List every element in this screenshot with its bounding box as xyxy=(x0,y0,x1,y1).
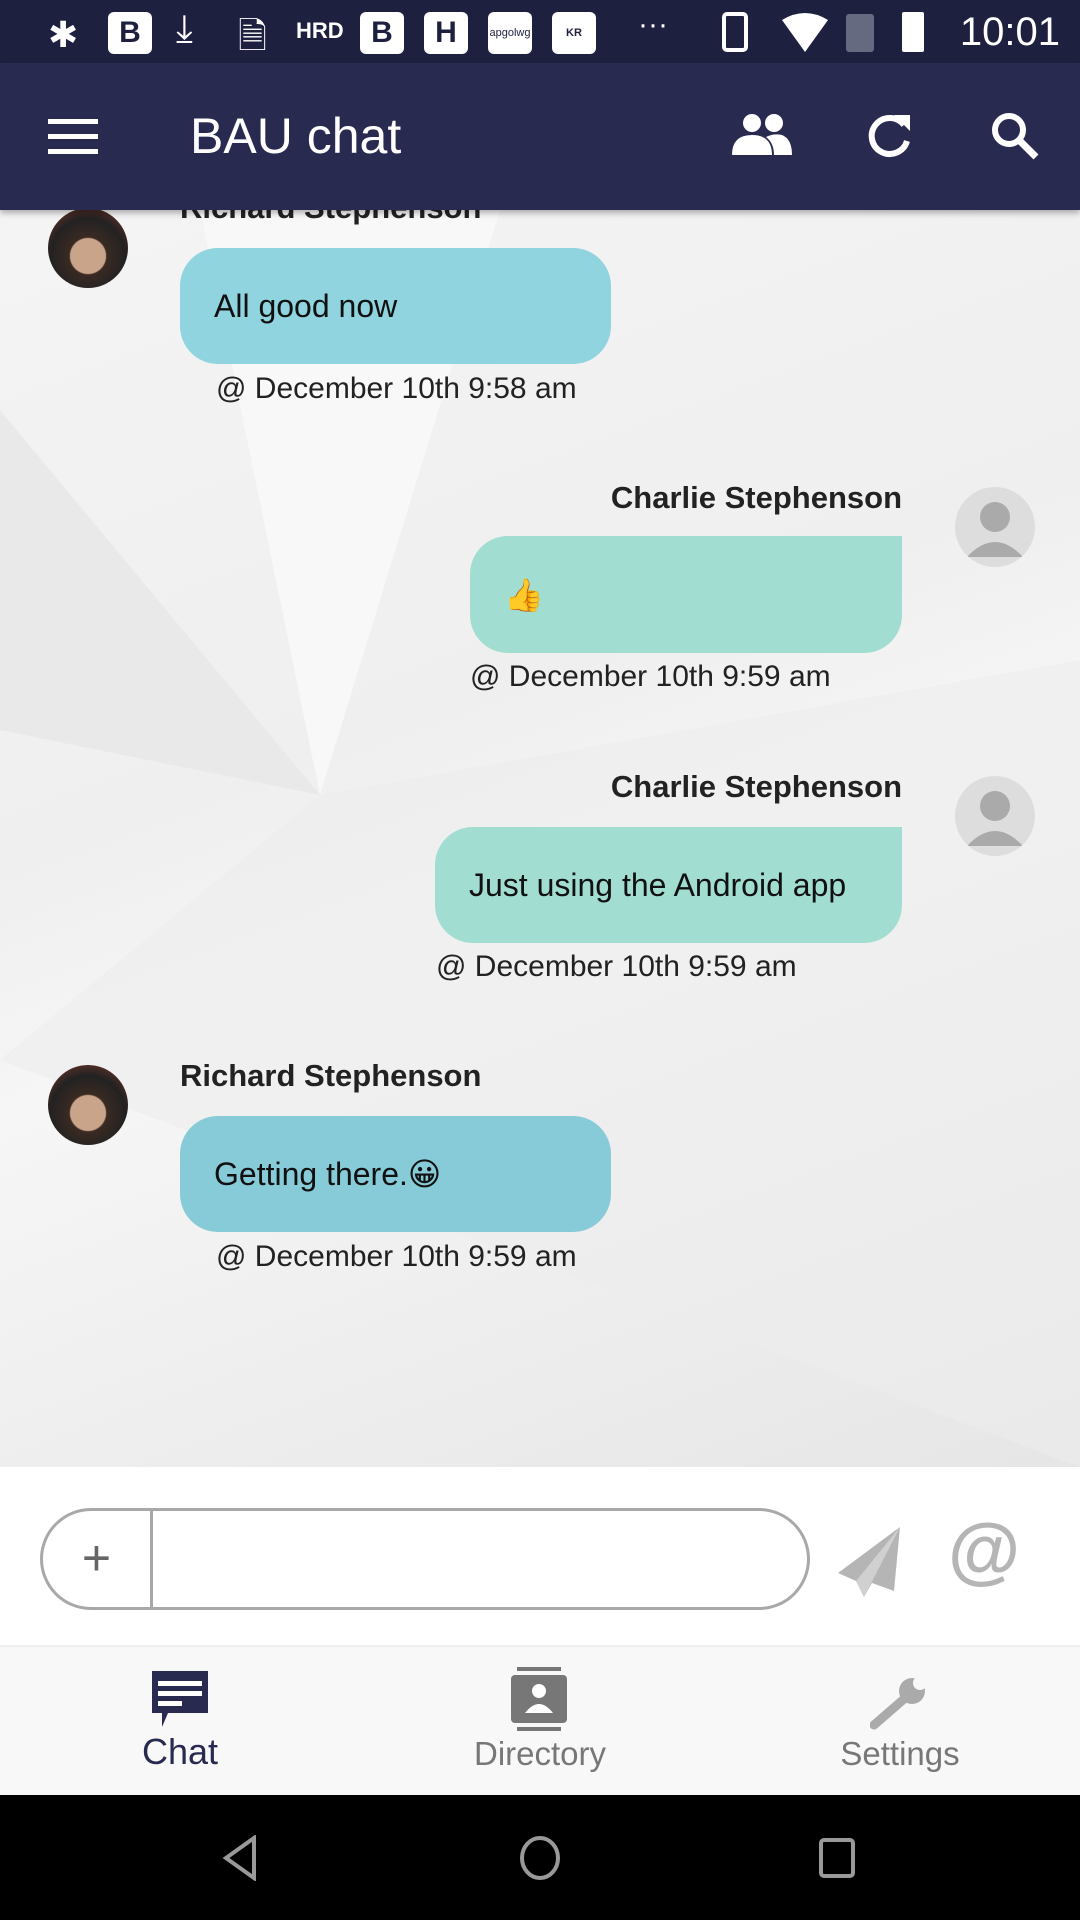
refresh-icon[interactable] xyxy=(866,111,914,159)
more-icon: ··· xyxy=(638,8,668,41)
battery-icon xyxy=(902,12,924,52)
b-app-icon: B xyxy=(108,12,152,54)
message-timestamp: @ December 10th 9:59 am xyxy=(436,950,797,983)
chat-icon xyxy=(152,1671,208,1727)
avatar-charlie[interactable] xyxy=(955,487,1035,567)
sender-name: Richard Stephenson xyxy=(180,1058,482,1093)
clock: 10:01 xyxy=(959,10,1060,54)
message-text: Just using the Android app xyxy=(469,866,847,903)
tab-label: Directory xyxy=(473,1735,607,1772)
system-nav-bar xyxy=(0,1795,1080,1920)
download-icon: ⤓ xyxy=(176,8,193,50)
send-icon[interactable] xyxy=(836,1525,904,1597)
tab-label: Settings xyxy=(840,1735,960,1772)
message-text: 👍 xyxy=(504,576,544,613)
tab-directory[interactable]: Directory xyxy=(360,1647,720,1795)
wrench-icon xyxy=(870,1676,927,1730)
composer: + @ xyxy=(0,1467,1080,1647)
at-icon[interactable]: @ xyxy=(948,1507,1020,1592)
message-list[interactable]: Richard Stephenson All good now @ Decemb… xyxy=(0,210,1080,1467)
hrd-icon: HRD xyxy=(296,18,344,43)
recents-icon[interactable] xyxy=(818,1837,858,1879)
message-bubble[interactable]: 👍 xyxy=(470,536,902,653)
search-icon[interactable] xyxy=(990,111,1040,161)
message-bubble[interactable]: All good now xyxy=(180,248,611,364)
message-timestamp: @ December 10th 9:58 am xyxy=(216,372,577,405)
h-app-icon: H xyxy=(424,12,468,54)
page-title: BAU chat xyxy=(190,108,402,164)
avatar-richard[interactable] xyxy=(48,210,128,288)
slack-icon: ✱ xyxy=(48,14,79,55)
message-timestamp: @ December 10th 9:59 am xyxy=(470,660,831,693)
menu-icon[interactable] xyxy=(48,119,98,155)
avatar-charlie[interactable] xyxy=(955,776,1035,856)
invoice-icon: 🗎 xyxy=(238,15,267,56)
message-text: Getting there.😀 xyxy=(214,1156,442,1192)
message-bubble[interactable]: Just using the Android app xyxy=(435,827,902,943)
plus-icon[interactable]: + xyxy=(43,1511,153,1607)
sender-name: Richard Stephenson xyxy=(180,210,481,226)
message-text: All good now xyxy=(214,287,398,324)
kiroo-icon: KR xyxy=(552,12,596,54)
wifi-icon xyxy=(782,13,828,52)
tab-label: Chat xyxy=(141,1731,219,1772)
directory-icon xyxy=(511,1667,567,1731)
home-icon[interactable] xyxy=(518,1835,562,1881)
message-input[interactable] xyxy=(159,1515,789,1603)
avatar-richard[interactable] xyxy=(48,1065,128,1145)
status-bar: ✱ B ⤓ 🗎 HRD B H apgolwg KR ··· 10:01 xyxy=(0,0,1080,63)
vibrate-icon xyxy=(722,12,748,52)
app-header: BAU chat xyxy=(0,63,1080,210)
message-bubble[interactable]: Getting there.😀 xyxy=(180,1116,611,1232)
no-sim-icon xyxy=(846,14,874,52)
sender-name: Charlie Stephenson xyxy=(610,480,902,515)
sender-name: Charlie Stephenson xyxy=(610,769,902,804)
tab-settings[interactable]: Settings xyxy=(720,1647,1080,1795)
apgolwg-icon: apgolwg xyxy=(488,12,532,54)
back-icon[interactable] xyxy=(222,1835,258,1881)
tab-chat[interactable]: Chat xyxy=(0,1647,360,1795)
b-app-icon: B xyxy=(360,12,404,54)
message-timestamp: @ December 10th 9:59 am xyxy=(216,1240,577,1273)
people-icon[interactable] xyxy=(732,113,792,155)
bottom-nav: Chat Directory Settings xyxy=(0,1647,1080,1795)
composer-pill: + xyxy=(40,1508,810,1610)
